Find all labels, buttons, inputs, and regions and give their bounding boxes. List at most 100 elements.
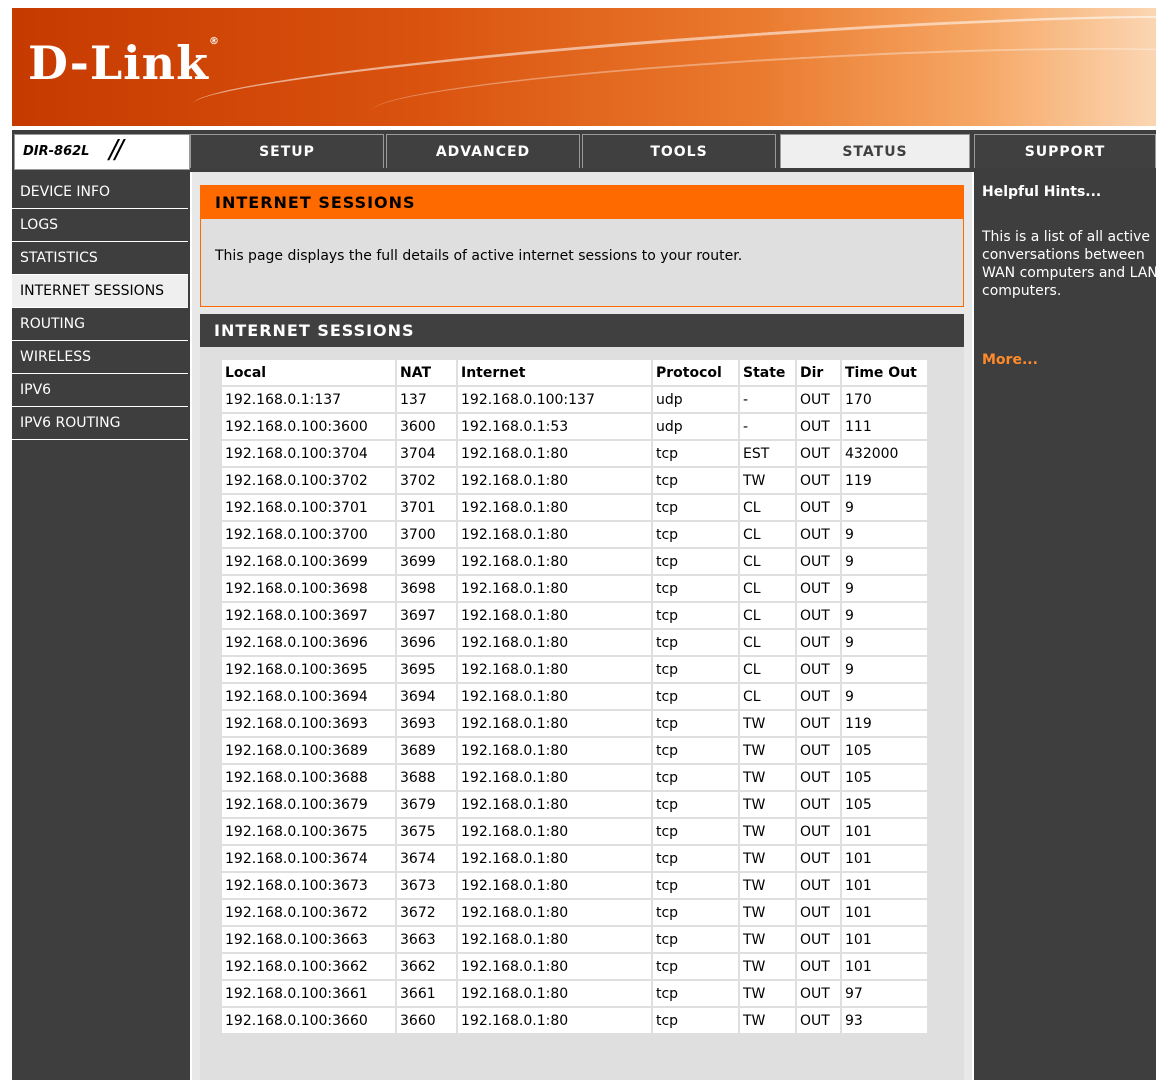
sessions-title: INTERNET SESSIONS: [200, 314, 964, 347]
cell-dir: OUT: [795, 385, 842, 414]
sidebar-item-routing[interactable]: ROUTING: [12, 308, 188, 341]
cell-nat: 3673: [395, 871, 458, 900]
cell-local: 192.168.0.100:3704: [220, 439, 397, 468]
model-slashes: //: [109, 135, 123, 165]
cell-internet: 192.168.0.1:80: [456, 601, 653, 630]
cell-internet: 192.168.0.1:80: [456, 790, 653, 819]
cell-time-out: 9: [840, 520, 929, 549]
cell-dir: OUT: [795, 412, 842, 441]
cell-dir: OUT: [795, 520, 842, 549]
cell-time-out: 101: [840, 898, 929, 927]
cell-time-out: 93: [840, 1006, 929, 1035]
cell-time-out: 170: [840, 385, 929, 414]
sidebar-item-ipv6-routing[interactable]: IPV6 ROUTING: [12, 407, 188, 440]
table-row: 192.168.0.100:3695 3695 192.168.0.1:80 tcp C…: [220, 655, 929, 684]
cell-state: TW: [738, 979, 797, 1008]
cell-time-out: 432000: [840, 439, 929, 468]
cell-time-out: 97: [840, 979, 929, 1008]
cell-time-out: 105: [840, 763, 929, 792]
table-row: 192.168.0.100:3698 3698 192.168.0.1:80 tcp C…: [220, 574, 929, 603]
table-row: 192.168.0.100:3675 3675 192.168.0.1:80 tcp T…: [220, 817, 929, 846]
cell-internet: 192.168.0.100:137: [456, 385, 653, 414]
cell-internet: 192.168.0.1:80: [456, 871, 653, 900]
cell-dir: OUT: [795, 439, 842, 468]
tab-tools[interactable]: TOOLS: [582, 134, 776, 168]
cell-dir: OUT: [795, 1006, 842, 1035]
hints-more-link[interactable]: More...: [982, 352, 1038, 368]
column-header-local: Local: [220, 358, 397, 387]
table-row: 192.168.0.100:3700 3700 192.168.0.1:80 tcp C…: [220, 520, 929, 549]
cell-state: TW: [738, 898, 797, 927]
cell-dir: OUT: [795, 844, 842, 873]
cell-time-out: 105: [840, 736, 929, 765]
cell-local: 192.168.0.100:3694: [220, 682, 397, 711]
cell-dir: OUT: [795, 925, 842, 954]
intro-text: This page displays the full details of a…: [215, 248, 743, 264]
tab-advanced[interactable]: ADVANCED: [386, 134, 580, 168]
table-row: 192.168.0.100:3679 3679 192.168.0.1:80 tcp T…: [220, 790, 929, 819]
cell-protocol: tcp: [651, 709, 740, 738]
tab-setup[interactable]: SETUP: [190, 134, 384, 168]
table-row: 192.168.0.100:3688 3688 192.168.0.1:80 tcp T…: [220, 763, 929, 792]
cell-local: 192.168.0.100:3688: [220, 763, 397, 792]
cell-nat: 3662: [395, 952, 458, 981]
cell-local: 192.168.0.100:3672: [220, 898, 397, 927]
tab-status[interactable]: STATUS: [780, 134, 970, 168]
sidebar-item-logs[interactable]: LOGS: [12, 209, 188, 242]
cell-time-out: 101: [840, 925, 929, 954]
cell-dir: OUT: [795, 898, 842, 927]
cell-internet: 192.168.0.1:80: [456, 763, 653, 792]
cell-time-out: 9: [840, 574, 929, 603]
sidebar-item-wireless[interactable]: WIRELESS: [12, 341, 188, 374]
cell-nat: 3674: [395, 844, 458, 873]
cell-state: CL: [738, 628, 797, 657]
header-banner: D-Link®: [12, 8, 1156, 126]
cell-time-out: 119: [840, 709, 929, 738]
sessions-panel: INTERNET SESSIONS Local NAT Internet Pro…: [200, 314, 964, 1080]
cell-local: 192.168.0.100:3679: [220, 790, 397, 819]
cell-local: 192.168.0.100:3674: [220, 844, 397, 873]
table-row: 192.168.0.100:3699 3699 192.168.0.1:80 tcp C…: [220, 547, 929, 576]
cell-time-out: 9: [840, 682, 929, 711]
cell-state: CL: [738, 682, 797, 711]
sessions-table: Local NAT Internet Protocol State Dir Ti…: [220, 358, 929, 1035]
cell-dir: OUT: [795, 682, 842, 711]
cell-local: 192.168.0.100:3689: [220, 736, 397, 765]
table-row: 192.168.0.100:3697 3697 192.168.0.1:80 tcp C…: [220, 601, 929, 630]
column-header-nat: NAT: [395, 358, 458, 387]
cell-state: TW: [738, 709, 797, 738]
cell-protocol: tcp: [651, 574, 740, 603]
cell-local: 192.168.0.1:137: [220, 385, 397, 414]
cell-state: EST: [738, 439, 797, 468]
cell-nat: 3693: [395, 709, 458, 738]
cell-state: TW: [738, 952, 797, 981]
cell-protocol: udp: [651, 412, 740, 441]
cell-protocol: tcp: [651, 871, 740, 900]
cell-internet: 192.168.0.1:80: [456, 709, 653, 738]
table-row: 192.168.0.100:3600 3600 192.168.0.1:53 udp -…: [220, 412, 929, 441]
cell-dir: OUT: [795, 979, 842, 1008]
sidebar-item-internet-sessions[interactable]: INTERNET SESSIONS: [12, 275, 188, 308]
cell-state: TW: [738, 736, 797, 765]
cell-nat: 3701: [395, 493, 458, 522]
top-navigation: DIR-862L // SETUP ADVANCED TOOLS STATUS …: [12, 130, 1156, 172]
cell-nat: 3694: [395, 682, 458, 711]
cell-time-out: 9: [840, 655, 929, 684]
cell-internet: 192.168.0.1:80: [456, 1006, 653, 1035]
table-header-row: Local NAT Internet Protocol State Dir Ti…: [220, 358, 929, 387]
column-header-internet: Internet: [456, 358, 653, 387]
cell-time-out: 101: [840, 952, 929, 981]
sidebar-item-ipv6[interactable]: IPV6: [12, 374, 188, 407]
sidebar-item-statistics[interactable]: STATISTICS: [12, 242, 188, 275]
cell-nat: 3661: [395, 979, 458, 1008]
sidebar-item-device-info[interactable]: DEVICE INFO: [12, 176, 188, 209]
cell-nat: 3688: [395, 763, 458, 792]
sidebar: DEVICE INFO LOGS STATISTICS INTERNET SES…: [12, 172, 192, 1080]
cell-internet: 192.168.0.1:80: [456, 520, 653, 549]
cell-protocol: udp: [651, 385, 740, 414]
cell-dir: OUT: [795, 547, 842, 576]
cell-nat: 3679: [395, 790, 458, 819]
table-row: 192.168.0.100:3702 3702 192.168.0.1:80 tcp T…: [220, 466, 929, 495]
tab-support[interactable]: SUPPORT: [974, 134, 1156, 168]
cell-internet: 192.168.0.1:80: [456, 844, 653, 873]
